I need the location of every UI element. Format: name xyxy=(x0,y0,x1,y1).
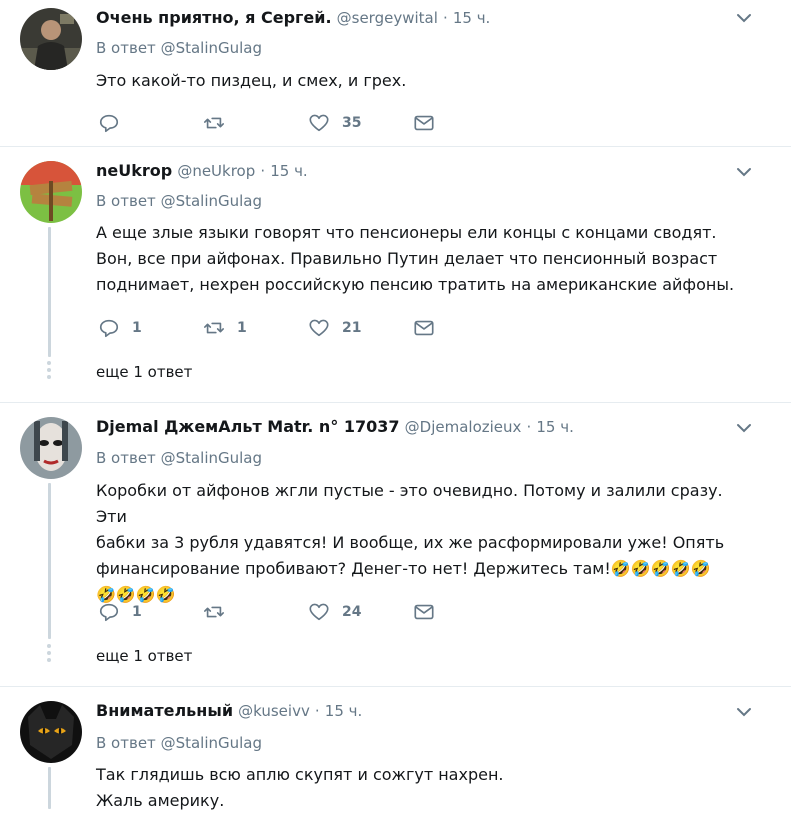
retweet-icon xyxy=(204,322,224,334)
separator: · xyxy=(260,162,266,180)
tweet-4[interactable]: Внимательный @kuseivv · 15 ч. В ответ @S… xyxy=(0,687,791,810)
retweet-button[interactable] xyxy=(203,600,225,624)
like-count: 24 xyxy=(342,604,362,620)
reply-to-mention[interactable]: @StalinGulag xyxy=(161,734,262,752)
reply-context: В ответ @StalinGulag xyxy=(96,191,262,211)
heart-icon xyxy=(309,319,329,337)
reply-to-prefix: В ответ xyxy=(96,449,156,467)
timestamp[interactable]: 15 ч. xyxy=(453,9,491,27)
chevron-down-icon[interactable] xyxy=(735,9,753,27)
like-button[interactable]: 35 xyxy=(308,111,361,135)
like-button[interactable]: 24 xyxy=(308,600,361,624)
reply-to-mention[interactable]: @StalinGulag xyxy=(161,449,262,467)
separator: · xyxy=(526,418,532,436)
timestamp[interactable]: 15 ч. xyxy=(536,418,574,436)
reply-icon xyxy=(99,114,119,133)
tweet-text-line: Это какой-то пиздец, и смех, и грех. xyxy=(96,71,407,90)
tweet-text-line: Жаль америку. xyxy=(96,791,225,810)
heart-icon xyxy=(309,603,329,621)
reply-to-prefix: В ответ xyxy=(96,39,156,57)
author-name[interactable]: Очень приятно, я Сергей. xyxy=(96,8,332,27)
reply-count: 1 xyxy=(132,604,142,620)
reply-button[interactable] xyxy=(98,111,120,135)
timestamp[interactable]: 15 ч. xyxy=(270,162,308,180)
tweet-text: Так глядишь всю аплю скупят и сожгут нах… xyxy=(96,762,746,814)
reply-button[interactable]: 1 xyxy=(98,316,142,340)
chevron-down-icon[interactable] xyxy=(735,703,753,721)
retweet-icon xyxy=(204,117,224,129)
reply-to-prefix: В ответ xyxy=(96,734,156,752)
tweet-text-line: поднимает, нехрен российскую пенсию трат… xyxy=(96,275,735,294)
author-handle[interactable]: @Djemalozieux xyxy=(405,418,522,436)
dm-button[interactable] xyxy=(413,600,435,624)
avatar[interactable] xyxy=(20,8,82,70)
tweet-text-line: Вон, все при айфонах. Правильно Путин де… xyxy=(96,249,718,268)
avatar[interactable] xyxy=(20,161,82,223)
like-count: 21 xyxy=(342,320,362,336)
avatar[interactable] xyxy=(20,701,82,763)
tweet-text-line: бабки за 3 рубля удавятся! И вообще, их … xyxy=(96,533,725,552)
reply-context: В ответ @StalinGulag xyxy=(96,733,262,753)
author-name[interactable]: Внимательный xyxy=(96,701,233,720)
reply-count: 1 xyxy=(132,320,142,336)
thread-dots xyxy=(47,644,52,665)
chevron-down-icon[interactable] xyxy=(735,163,753,181)
tweet-1[interactable]: Очень приятно, я Сергей. @sergeywital · … xyxy=(0,0,791,146)
dm-button[interactable] xyxy=(413,111,435,135)
reply-context: В ответ @StalinGulag xyxy=(96,38,262,58)
tweet-text-line: Так глядишь всю аплю скупят и сожгут нах… xyxy=(96,765,504,784)
envelope-icon xyxy=(414,115,434,131)
reply-button[interactable]: 1 xyxy=(98,600,142,624)
author-handle[interactable]: @sergeywital xyxy=(337,9,438,27)
author-handle[interactable]: @kuseivv xyxy=(238,702,310,720)
reply-to-mention[interactable]: @StalinGulag xyxy=(161,39,262,57)
tweet-2[interactable]: neUkrop @neUkrop · 15 ч. В ответ @Stalin… xyxy=(0,147,791,402)
author-name[interactable]: Djemal ДжемАльт Matr. n° 17037 xyxy=(96,417,400,436)
retweet-button[interactable]: 1 xyxy=(203,316,247,340)
envelope-icon xyxy=(414,320,434,336)
tweet-3[interactable]: Djemal ДжемАльт Matr. n° 17037 @Djemaloz… xyxy=(0,403,791,686)
reply-to-prefix: В ответ xyxy=(96,192,156,210)
reply-icon xyxy=(99,319,119,338)
reply-to-mention[interactable]: @StalinGulag xyxy=(161,192,262,210)
separator: · xyxy=(442,9,448,27)
tweet-text-line: Коробки от айфонов жгли пустые - это оче… xyxy=(96,481,723,526)
like-button[interactable]: 21 xyxy=(308,316,361,340)
thread-line xyxy=(48,767,51,809)
show-more-replies[interactable]: еще 1 ответ xyxy=(96,646,192,666)
tweet-text: Коробки от айфонов жгли пустые - это оче… xyxy=(96,478,746,608)
envelope-icon xyxy=(414,604,434,620)
tweet-text: Это какой-то пиздец, и смех, и грех. xyxy=(96,68,746,94)
dm-button[interactable] xyxy=(413,316,435,340)
tweet-text: А еще злые языки говорят что пенсионеры … xyxy=(96,220,746,298)
reply-context: В ответ @StalinGulag xyxy=(96,448,262,468)
show-more-replies[interactable]: еще 1 ответ xyxy=(96,362,192,382)
tweet-text-line: финансирование пробивают? Денег-то нет! … xyxy=(96,559,711,578)
timestamp[interactable]: 15 ч. xyxy=(325,702,363,720)
heart-icon xyxy=(309,114,329,132)
like-count: 35 xyxy=(342,115,362,131)
retweet-button[interactable] xyxy=(203,111,225,135)
thread-line xyxy=(48,483,51,639)
author-handle[interactable]: @neUkrop xyxy=(177,162,255,180)
retweet-count: 1 xyxy=(237,320,247,336)
chevron-down-icon[interactable] xyxy=(735,419,753,437)
author-name[interactable]: neUkrop xyxy=(96,161,172,180)
avatar[interactable] xyxy=(20,417,82,479)
thread-dots xyxy=(47,361,52,382)
thread-line xyxy=(48,227,51,357)
reply-icon xyxy=(99,603,119,622)
retweet-icon xyxy=(204,606,224,618)
tweet-text-line: А еще злые языки говорят что пенсионеры … xyxy=(96,223,717,242)
separator: · xyxy=(314,702,320,720)
